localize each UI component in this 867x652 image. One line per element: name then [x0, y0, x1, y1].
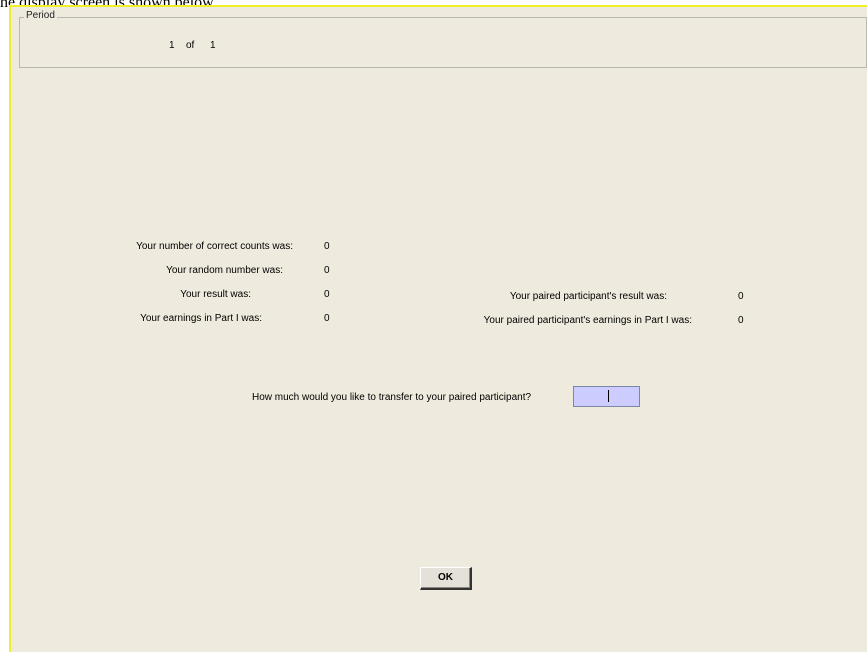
paired-earnings-label: Your paired participant's earnings in Pa… [483, 315, 692, 326]
your-earnings-label: Your earnings in Part I was: [140, 313, 262, 324]
transfer-amount-input[interactable] [573, 386, 640, 407]
period-of-label: of [186, 40, 195, 51]
correct-counts-value: 0 [324, 241, 330, 252]
your-earnings-value: 0 [324, 313, 330, 324]
text-caret [608, 390, 609, 402]
period-total: 1 [210, 40, 216, 51]
your-result-value: 0 [324, 289, 330, 300]
your-result-label: Your result was: [180, 289, 251, 300]
transfer-question: How much would you like to transfer to y… [252, 392, 532, 403]
period-legend: Period [24, 10, 57, 21]
paired-result-value: 0 [738, 291, 744, 302]
experiment-window: Period 1 of 1 Your number of correct cou… [9, 5, 867, 652]
period-panel: Period 1 of 1 [19, 10, 867, 68]
random-number-value: 0 [324, 265, 330, 276]
paired-earnings-value: 0 [738, 315, 744, 326]
ok-button[interactable]: OK [420, 567, 472, 590]
paired-result-label: Your paired participant's result was: [509, 291, 667, 302]
correct-counts-label: Your number of correct counts was: [136, 241, 293, 252]
random-number-label: Your random number was: [166, 265, 283, 276]
period-current: 1 [169, 40, 175, 51]
